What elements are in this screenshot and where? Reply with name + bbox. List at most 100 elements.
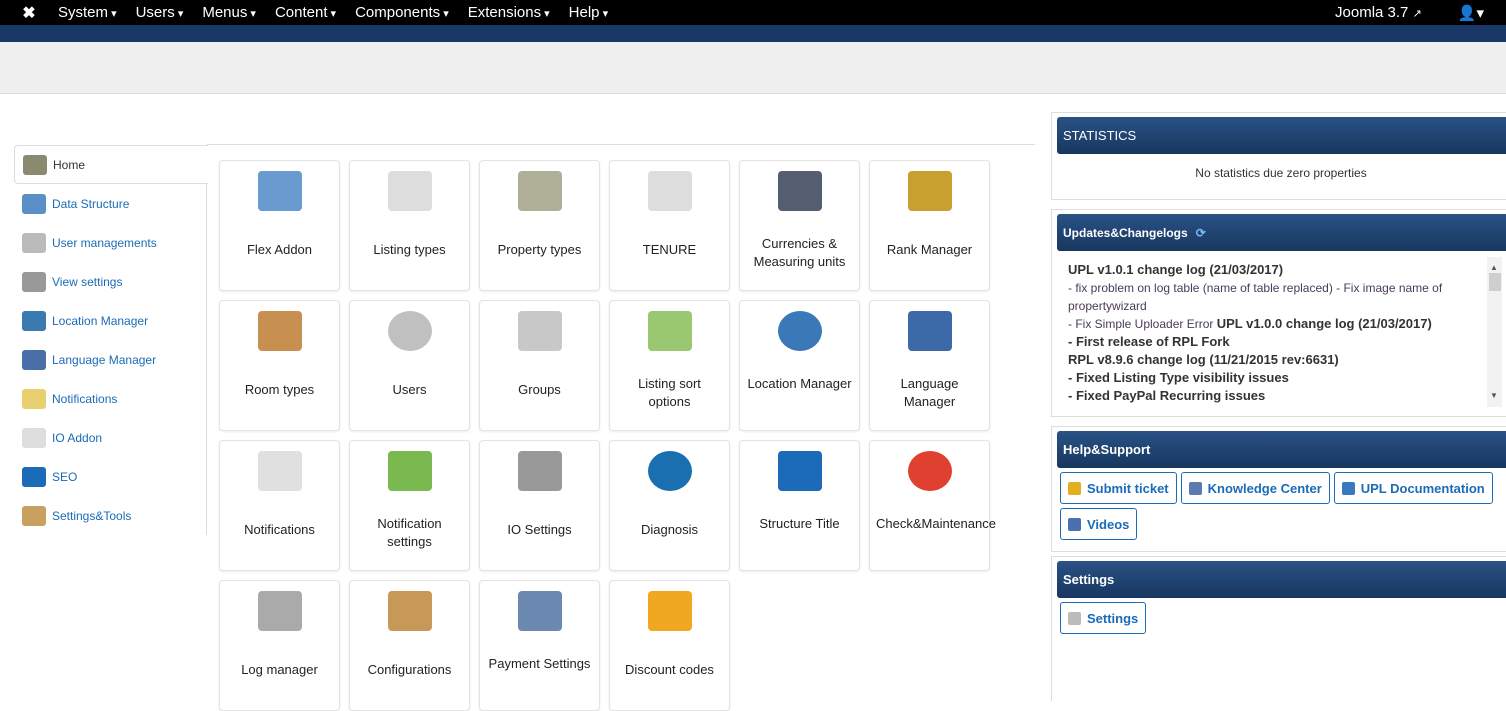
tile-label: Currencies & Measuring units [753, 236, 846, 269]
tile-notifications[interactable]: Notifications [219, 440, 340, 571]
tools-icon [22, 505, 46, 526]
sidebar-item-location-manager[interactable]: Location Manager [14, 301, 206, 340]
shopping-bag-icon [647, 591, 692, 631]
tile-label: Listing types [373, 242, 446, 257]
user-menu-icon[interactable]: 👤▾ [1458, 4, 1484, 22]
gear-icon [1068, 611, 1081, 625]
tile-flex-addon[interactable]: Flex Addon [219, 160, 340, 291]
tile-label: Room types [244, 382, 315, 397]
tile-location-manager[interactable]: Location Manager [739, 300, 860, 431]
tile-label: Groups [518, 382, 561, 397]
menu-system[interactable]: System [58, 4, 117, 21]
tile-users[interactable]: Users [349, 300, 470, 431]
settings-button[interactable]: Settings [1060, 602, 1147, 634]
sidebar-item-settings-tools[interactable]: Settings&Tools [14, 496, 206, 535]
divider [207, 144, 1035, 145]
globe-icon [777, 311, 822, 351]
statistics-panel: STATISTICS No statistics due zero proper… [1051, 112, 1506, 200]
tile-label: Structure Title [759, 516, 840, 531]
top-menu-bar: ✖ System Users Menus Content Components Exten… [0, 0, 1506, 25]
tile-io-settings[interactable]: IO Settings [479, 440, 600, 571]
videos-icon [1068, 517, 1081, 531]
changelog-line: UPL v1.0.1 change log (21/03/2017) [1068, 262, 1284, 277]
tile-discount-codes[interactable]: Discount codes [609, 580, 730, 711]
tile-label: TENURE [642, 242, 697, 257]
binders-icon [22, 193, 46, 214]
sidebar-item-seo[interactable]: SEO [14, 457, 206, 496]
tile-label: Log manager [241, 662, 318, 677]
tile-label: Payment Settings [488, 656, 591, 671]
changelog-box[interactable]: UPL v1.0.1 change log (21/03/2017) - fix … [1062, 257, 1506, 407]
videos-button[interactable]: Videos [1060, 508, 1138, 540]
log-search-icon [257, 591, 302, 631]
tile-tenure[interactable]: TENURE [609, 160, 730, 291]
submit-ticket-button[interactable]: Submit ticket [1060, 472, 1177, 504]
sidebar-item-view-settings[interactable]: View settings [14, 262, 206, 301]
menu-users[interactable]: Users [136, 4, 184, 21]
font-measure-icon [777, 171, 822, 211]
tile-label: Rank Manager [886, 242, 973, 257]
sidebar-item-notifications[interactable]: Notifications [14, 379, 206, 418]
tile-language-manager[interactable]: Language Manager [869, 300, 990, 431]
tile-room-types[interactable]: Room types [219, 300, 340, 431]
joomla-logo-icon[interactable]: ✖ [18, 3, 40, 23]
changelog-line: RPL v8.9.6 change log (11/21/2015 rev:66… [1068, 352, 1339, 367]
tile-label: Users [392, 382, 427, 397]
sidebar-item-label: Location Manager [52, 313, 149, 328]
submit-ticket-icon [1068, 481, 1081, 495]
joomla-version-link[interactable]: Joomla 3.7 ↗ [1335, 4, 1422, 21]
sidebar-item-io-addon[interactable]: IO Addon [14, 418, 206, 457]
tile-property-types[interactable]: Property types [479, 160, 600, 291]
tile-label: Location Manager [747, 376, 852, 391]
refresh-icon[interactable]: ⟳ [1196, 226, 1206, 240]
tile-label: IO Settings [507, 522, 572, 537]
seo-icon [22, 466, 46, 487]
sidebar-item-label: IO Addon [52, 430, 103, 445]
panel-title: STATISTICS [1057, 117, 1506, 154]
documents-icon [387, 171, 432, 211]
sidebar-item-user-managements[interactable]: User managements [14, 223, 206, 262]
tile-listing-sort-options[interactable]: Listing sort options [609, 300, 730, 431]
help-panel: Help&Support Submit ticket Knowledge Cent… [1051, 426, 1506, 552]
tile-label: Check&Maintenance [876, 516, 996, 531]
tile-check-maintenance[interactable]: Check&Maintenance [869, 440, 996, 571]
menu-components[interactable]: Components [355, 4, 449, 21]
header-banner [0, 25, 1506, 42]
sidebar-item-label: Home [53, 157, 86, 172]
user-icon [387, 311, 432, 351]
menu-help[interactable]: Help [569, 4, 608, 21]
tile-payment-settings[interactable]: Payment Settings [479, 580, 600, 711]
menu-menus[interactable]: Menus [202, 4, 256, 21]
envelope-icon [257, 451, 302, 491]
menu-content[interactable]: Content [275, 4, 336, 21]
tile-notification-settings[interactable]: Notification settings [349, 440, 470, 571]
scrollbar[interactable]: ▲ ▼ [1487, 257, 1502, 407]
sidebar-item-home[interactable]: Home [14, 145, 208, 184]
pie-chart-icon [647, 451, 692, 491]
money-chart-icon [907, 171, 952, 211]
tile-listing-types[interactable]: Listing types [349, 160, 470, 291]
tile-label: Notifications [244, 522, 315, 537]
clipboard-icon [257, 311, 302, 351]
folder-icon [517, 171, 562, 211]
tile-label: Configurations [367, 662, 452, 677]
tile-structure-title[interactable]: Structure Title [739, 440, 860, 571]
envelope-arrow-icon [387, 451, 432, 491]
tile-rank-manager[interactable]: Rank Manager [869, 160, 990, 291]
settings-panel: Settings Settings [1051, 556, 1506, 701]
documents-icon [647, 171, 692, 211]
tile-currencies-measuring-units[interactable]: Currencies & Measuring units [739, 160, 860, 291]
tile-diagnosis[interactable]: Diagnosis [609, 440, 730, 571]
tile-groups[interactable]: Groups [479, 300, 600, 431]
tile-log-manager[interactable]: Log manager [219, 580, 340, 711]
upl-documentation-button[interactable]: UPL Documentation [1333, 472, 1493, 504]
sidebar-item-language-manager[interactable]: Language Manager [14, 340, 206, 379]
sidebar-item-data-structure[interactable]: Data Structure [14, 184, 206, 223]
knowledge-center-button[interactable]: Knowledge Center [1180, 472, 1330, 504]
envelope-icon [22, 388, 46, 409]
tile-configurations[interactable]: Configurations [349, 580, 470, 711]
menu-extensions[interactable]: Extensions [468, 4, 550, 21]
lifebuoy-icon [907, 451, 952, 491]
shuffle-icon [517, 451, 562, 491]
sort-list-icon [647, 311, 692, 351]
